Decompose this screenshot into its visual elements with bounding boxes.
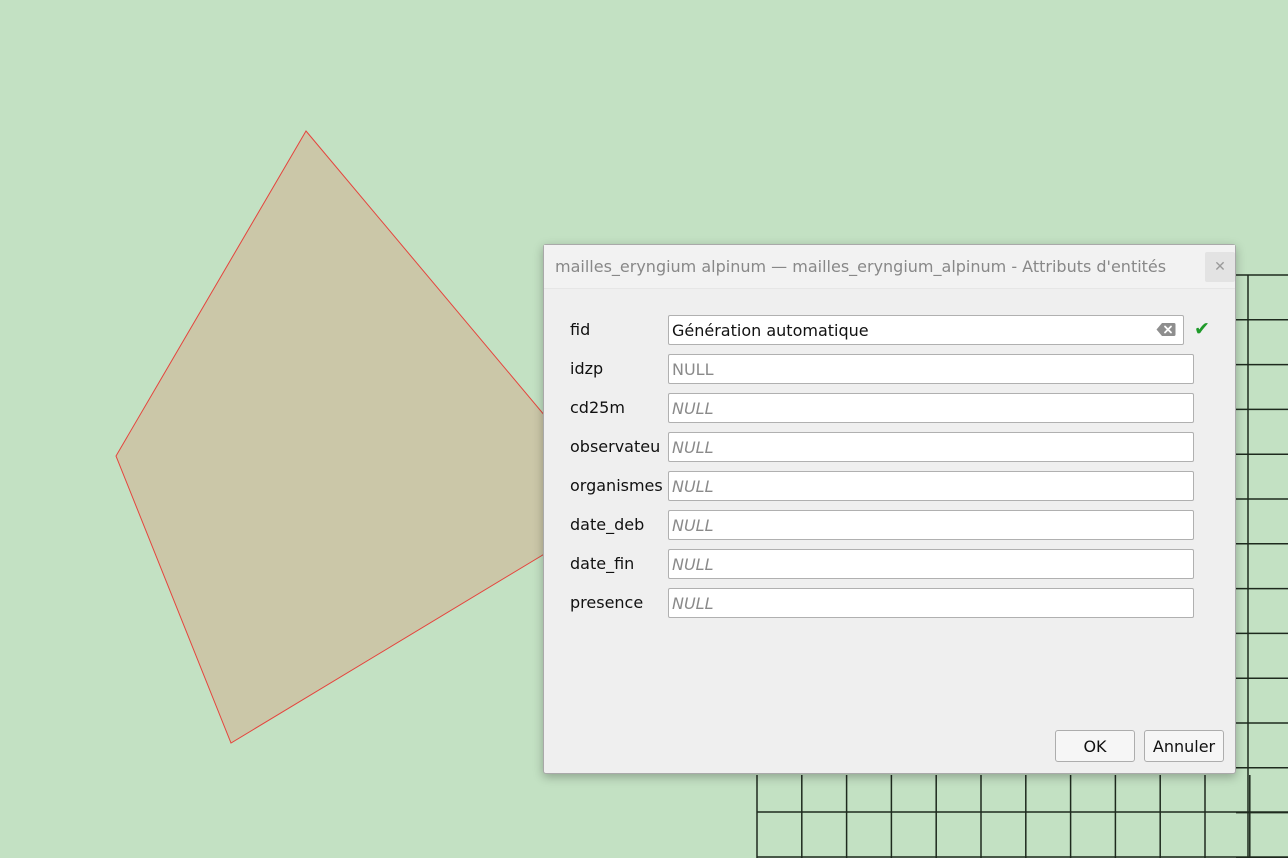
field-row-presence: presence [570,588,1210,618]
map-canvas[interactable]: mailles_eryngium alpinum — mailles_eryng… [0,0,1288,858]
field-row-observateu: observateu [570,432,1210,462]
field-row-cd25m: cd25m [570,393,1210,423]
date-fin-input[interactable] [668,549,1194,579]
field-row-idzp: idzp [570,354,1210,384]
dialog-title: mailles_eryngium alpinum — mailles_eryng… [555,257,1167,276]
presence-input[interactable] [668,588,1194,618]
checkmark-icon: ✔ [1194,318,1210,340]
field-label-organismes: organismes [570,476,663,495]
field-row-organismes: organismes [570,471,1210,501]
idzp-input[interactable] [668,354,1194,384]
close-button[interactable]: ✕ [1205,252,1235,282]
attributes-dialog: mailles_eryngium alpinum — mailles_eryng… [543,244,1236,774]
observateu-input[interactable] [668,432,1194,462]
organismes-input[interactable] [668,471,1194,501]
close-icon: ✕ [1214,259,1226,275]
field-label-date-deb: date_deb [570,515,645,534]
field-label-idzp: idzp [570,359,604,378]
field-label-fid: fid [570,320,591,339]
ok-button[interactable]: OK [1055,730,1135,762]
clear-icon[interactable] [1156,322,1176,337]
field-row-fid: fid ✔ [570,315,1210,345]
field-label-presence: presence [570,593,644,612]
field-label-date-fin: date_fin [570,554,635,573]
cd25m-input[interactable] [668,393,1194,423]
fid-input[interactable] [668,315,1184,345]
cancel-button[interactable]: Annuler [1144,730,1224,762]
field-row-date-deb: date_deb [570,510,1210,540]
dialog-titlebar[interactable]: mailles_eryngium alpinum — mailles_eryng… [544,245,1235,289]
field-label-observateu: observateu [570,437,661,456]
selected-polygon [115,130,557,744]
date-deb-input[interactable] [668,510,1194,540]
field-label-cd25m: cd25m [570,398,625,417]
field-row-date-fin: date_fin [570,549,1210,579]
